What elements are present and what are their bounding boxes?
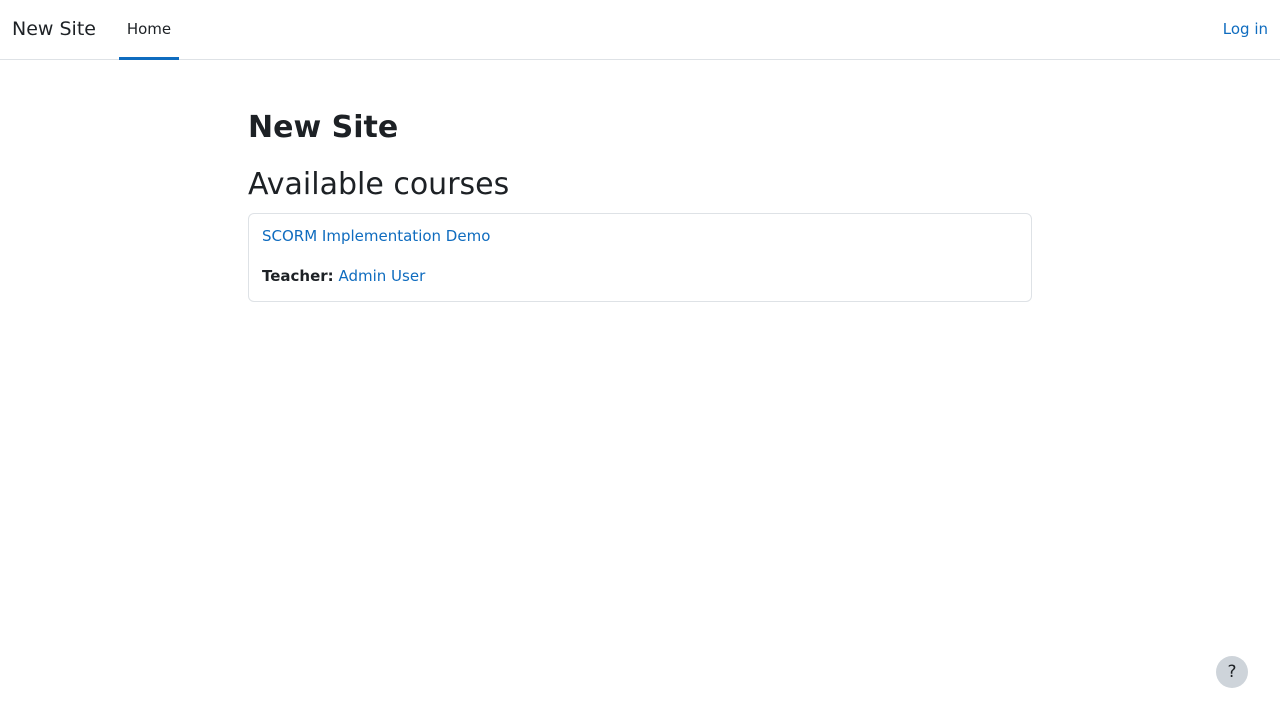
teacher-row: Teacher: Admin User	[262, 266, 425, 286]
teacher-name-link[interactable]: Admin User	[338, 267, 425, 285]
course-name-link[interactable]: SCORM Implementation Demo	[262, 226, 490, 246]
available-courses-heading: Available courses	[248, 167, 510, 202]
help-button[interactable]: ?	[1216, 656, 1248, 688]
nav-home-tab[interactable]: Home	[119, 0, 179, 60]
teacher-label: Teacher:	[262, 267, 334, 285]
course-card: SCORM Implementation Demo Teacher: Admin…	[248, 213, 1032, 302]
site-brand-link[interactable]: New Site	[12, 0, 96, 59]
page-title: New Site	[248, 110, 399, 145]
login-link[interactable]: Log in	[1223, 0, 1268, 59]
top-navbar: New Site Home Log in	[0, 0, 1280, 60]
